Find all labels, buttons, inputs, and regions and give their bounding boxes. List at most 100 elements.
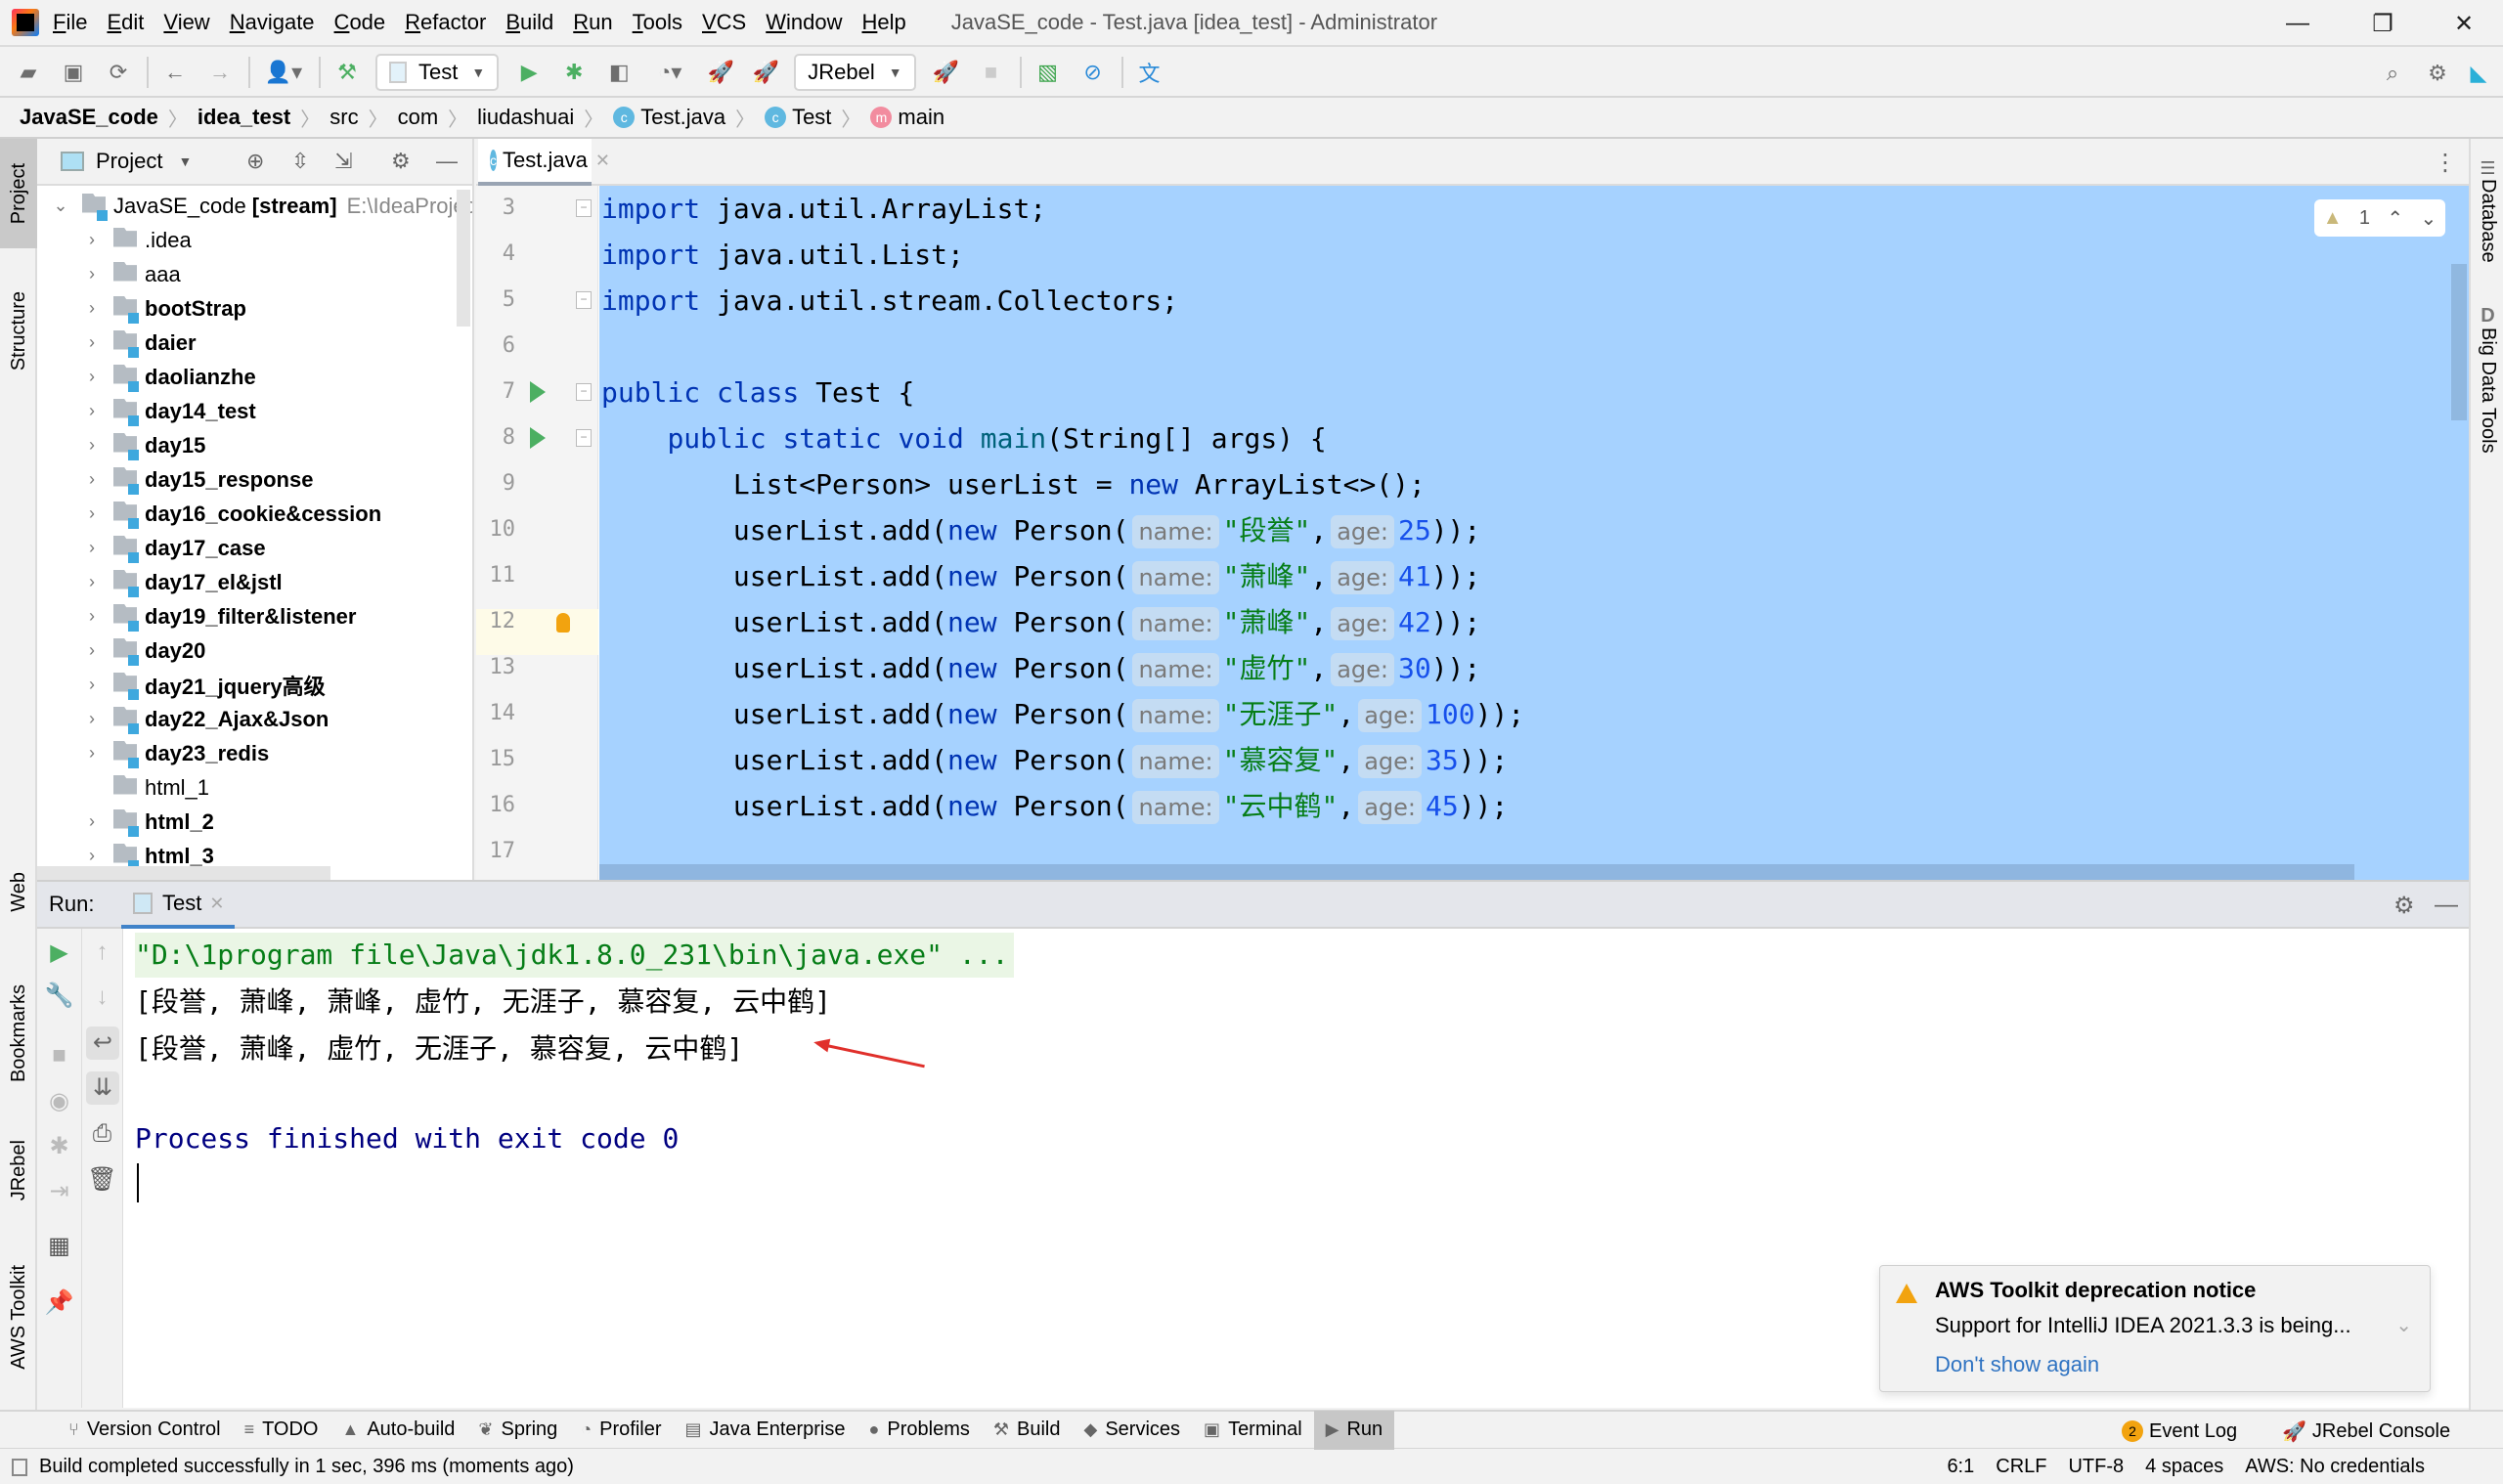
print-icon[interactable]: ⎙ — [82, 1120, 122, 1148]
tool-tab-aws-toolkit[interactable]: AWS Toolkit — [0, 1244, 37, 1390]
inspection-widget[interactable]: ▲ 1 ⌃ ⌄ — [2314, 199, 2445, 237]
chevron-right-icon[interactable]: › — [82, 811, 102, 832]
chevron-right-icon[interactable]: › — [82, 469, 102, 490]
scroll-to-end-icon[interactable]: ⇊ — [86, 1071, 119, 1105]
tree-item[interactable]: › day22_Ajax&Json — [82, 702, 329, 736]
chevron-right-icon[interactable]: › — [82, 846, 102, 866]
tree-item[interactable]: › aaa — [82, 257, 181, 291]
tool-tab-big-data-tools[interactable]: D Big Data Tools — [2471, 305, 2503, 454]
chevron-down-icon[interactable]: ▼ — [178, 153, 192, 169]
fold-icon[interactable]: − — [576, 291, 592, 309]
tree-item[interactable]: › daier — [82, 326, 197, 360]
tool-window-build[interactable]: ⚒ Build — [982, 1411, 1073, 1450]
settings-icon[interactable]: ⚙ — [391, 149, 411, 174]
tree-item[interactable]: › day17_el&jstl — [82, 565, 283, 599]
code-area[interactable]: ▲ 1 ⌃ ⌄ import java.util.ArrayList; impor… — [599, 186, 2469, 880]
coverage-icon[interactable]: ◧ — [602, 56, 636, 89]
tree-item[interactable]: › bootStrap — [82, 291, 246, 326]
tool-window-version-control[interactable]: ⑂ Version Control — [57, 1411, 233, 1450]
breadcrumb-item[interactable]: c Test — [765, 105, 831, 130]
tree-item[interactable]: › day20 — [82, 633, 205, 668]
tree-root[interactable]: ⌄ JavaSE_code [stream] E:\IdeaProject — [51, 189, 472, 223]
hide-panel-icon[interactable]: — — [2435, 892, 2458, 919]
tool-tab-database[interactable]: ☰ Database — [2471, 158, 2503, 263]
tool-window-run[interactable]: ▶ Run — [1313, 1410, 1395, 1450]
tool-tab-structure[interactable]: Structure — [0, 268, 37, 395]
close-button[interactable]: ✕ — [2425, 0, 2503, 47]
expand-all-icon[interactable]: ⇳ — [291, 149, 309, 174]
tree-item[interactable]: › day19_filter&listener — [82, 599, 356, 633]
profile-icon[interactable]: ◔▾ — [647, 56, 692, 89]
menu-vcs[interactable]: VCS — [702, 10, 746, 35]
next-highlight-icon[interactable]: ⌄ — [2421, 206, 2437, 231]
chevron-right-icon[interactable]: › — [82, 367, 102, 387]
restore-button[interactable]: ❐ — [2344, 0, 2422, 47]
fold-icon[interactable]: − — [576, 199, 592, 217]
jrebel-config-select[interactable]: JRebel ▼ — [794, 54, 916, 91]
build-hammer-icon[interactable]: ⚒ — [330, 56, 364, 89]
jrebel-console-button[interactable]: 🚀 JRebel Console — [2282, 1412, 2450, 1451]
tree-item[interactable]: html_1 — [82, 770, 209, 805]
menu-run[interactable]: Run — [573, 10, 612, 35]
menu-refactor[interactable]: Refactor — [405, 10, 486, 35]
status-message[interactable]: Build completed successfully in 1 sec, 3… — [12, 1456, 574, 1478]
settings-icon[interactable]: ⚙ — [2421, 57, 2454, 90]
chevron-right-icon[interactable]: › — [82, 230, 102, 250]
down-icon[interactable]: ↓ — [82, 983, 122, 1011]
tool-tab-bookmarks[interactable]: Bookmarks — [0, 960, 37, 1107]
menu-code[interactable]: Code — [334, 10, 386, 35]
tree-item[interactable]: › day15_response — [82, 462, 313, 497]
tree-item[interactable]: › day14_test — [82, 394, 256, 428]
tree-item[interactable]: › html_2 — [82, 805, 214, 839]
more-options-icon[interactable]: ⋮ — [2434, 149, 2457, 177]
chevron-right-icon[interactable]: › — [82, 298, 102, 319]
tool-tab-web[interactable]: Web — [0, 852, 37, 931]
debug-icon[interactable]: ✱ — [557, 56, 591, 89]
breadcrumb-item[interactable]: liudashuai — [477, 105, 574, 130]
chevron-right-icon[interactable]: › — [82, 709, 102, 729]
plugin-icon[interactable]: ◣ — [2462, 57, 2495, 90]
menu-build[interactable]: Build — [505, 10, 553, 35]
translate-icon[interactable]: 文 — [1133, 56, 1166, 89]
breadcrumb-item[interactable]: idea_test — [198, 105, 290, 130]
editor-tab-test-java[interactable]: c Test.java ✕ — [478, 139, 610, 186]
breadcrumb-item[interactable]: com — [398, 105, 439, 130]
user-icon[interactable]: 👤▾ — [260, 56, 307, 89]
project-view-select[interactable]: Project — [96, 149, 162, 174]
chevron-right-icon[interactable]: › — [82, 401, 102, 421]
breadcrumb-item[interactable]: c Test.java — [613, 105, 725, 130]
chevron-right-icon[interactable]: › — [82, 503, 102, 524]
jrebel-debug-icon[interactable]: 🚀 — [749, 56, 782, 89]
chevron-right-icon[interactable]: › — [82, 606, 102, 627]
tool-tab-jrebel[interactable]: JRebel — [0, 1116, 37, 1224]
rerun-icon[interactable]: ▶ — [37, 938, 81, 967]
horizontal-scrollbar[interactable] — [599, 864, 2354, 880]
chevron-right-icon[interactable]: › — [82, 264, 102, 284]
previous-highlight-icon[interactable]: ⌃ — [2387, 206, 2403, 231]
jrebel-run-icon[interactable]: 🚀 — [704, 56, 737, 89]
vertical-scrollbar[interactable] — [457, 190, 470, 327]
run-gutter-icon[interactable] — [530, 427, 546, 449]
chevron-right-icon[interactable]: › — [82, 435, 102, 456]
tree-item[interactable]: › day15 — [82, 428, 205, 462]
chevron-down-icon[interactable]: ⌄ — [2395, 1313, 2412, 1337]
sync-icon[interactable]: ⟳ — [102, 56, 135, 89]
tool-window-terminal[interactable]: ▣ Terminal — [1192, 1411, 1314, 1450]
run-config-select[interactable]: Test ▼ — [375, 54, 500, 91]
chevron-right-icon[interactable]: › — [82, 538, 102, 558]
tree-item[interactable]: › daolianzhe — [82, 360, 256, 394]
caret-position[interactable]: 6:1 — [1947, 1456, 1974, 1478]
run-gutter-icon[interactable] — [530, 381, 546, 403]
menu-file[interactable]: File — [53, 10, 87, 35]
indent-setting[interactable]: 4 spaces — [2145, 1456, 2223, 1478]
breadcrumb-item[interactable]: JavaSE_code — [20, 105, 158, 130]
tool-window-spring[interactable]: ❦ Spring — [466, 1411, 569, 1450]
fold-icon[interactable]: − — [576, 383, 592, 401]
tool-window-problems[interactable]: ● Problems — [857, 1411, 982, 1450]
up-icon[interactable]: ↑ — [82, 938, 122, 966]
tool-window-profiler[interactable]: ◔ Profiler — [569, 1411, 673, 1450]
monitor-icon[interactable]: ▧ — [1032, 56, 1065, 89]
tool-window-java-enterprise[interactable]: ▤ Java Enterprise — [674, 1411, 857, 1450]
open-folder-icon[interactable]: ▰ — [12, 56, 45, 89]
soft-wrap-icon[interactable]: ↩ — [86, 1026, 119, 1060]
